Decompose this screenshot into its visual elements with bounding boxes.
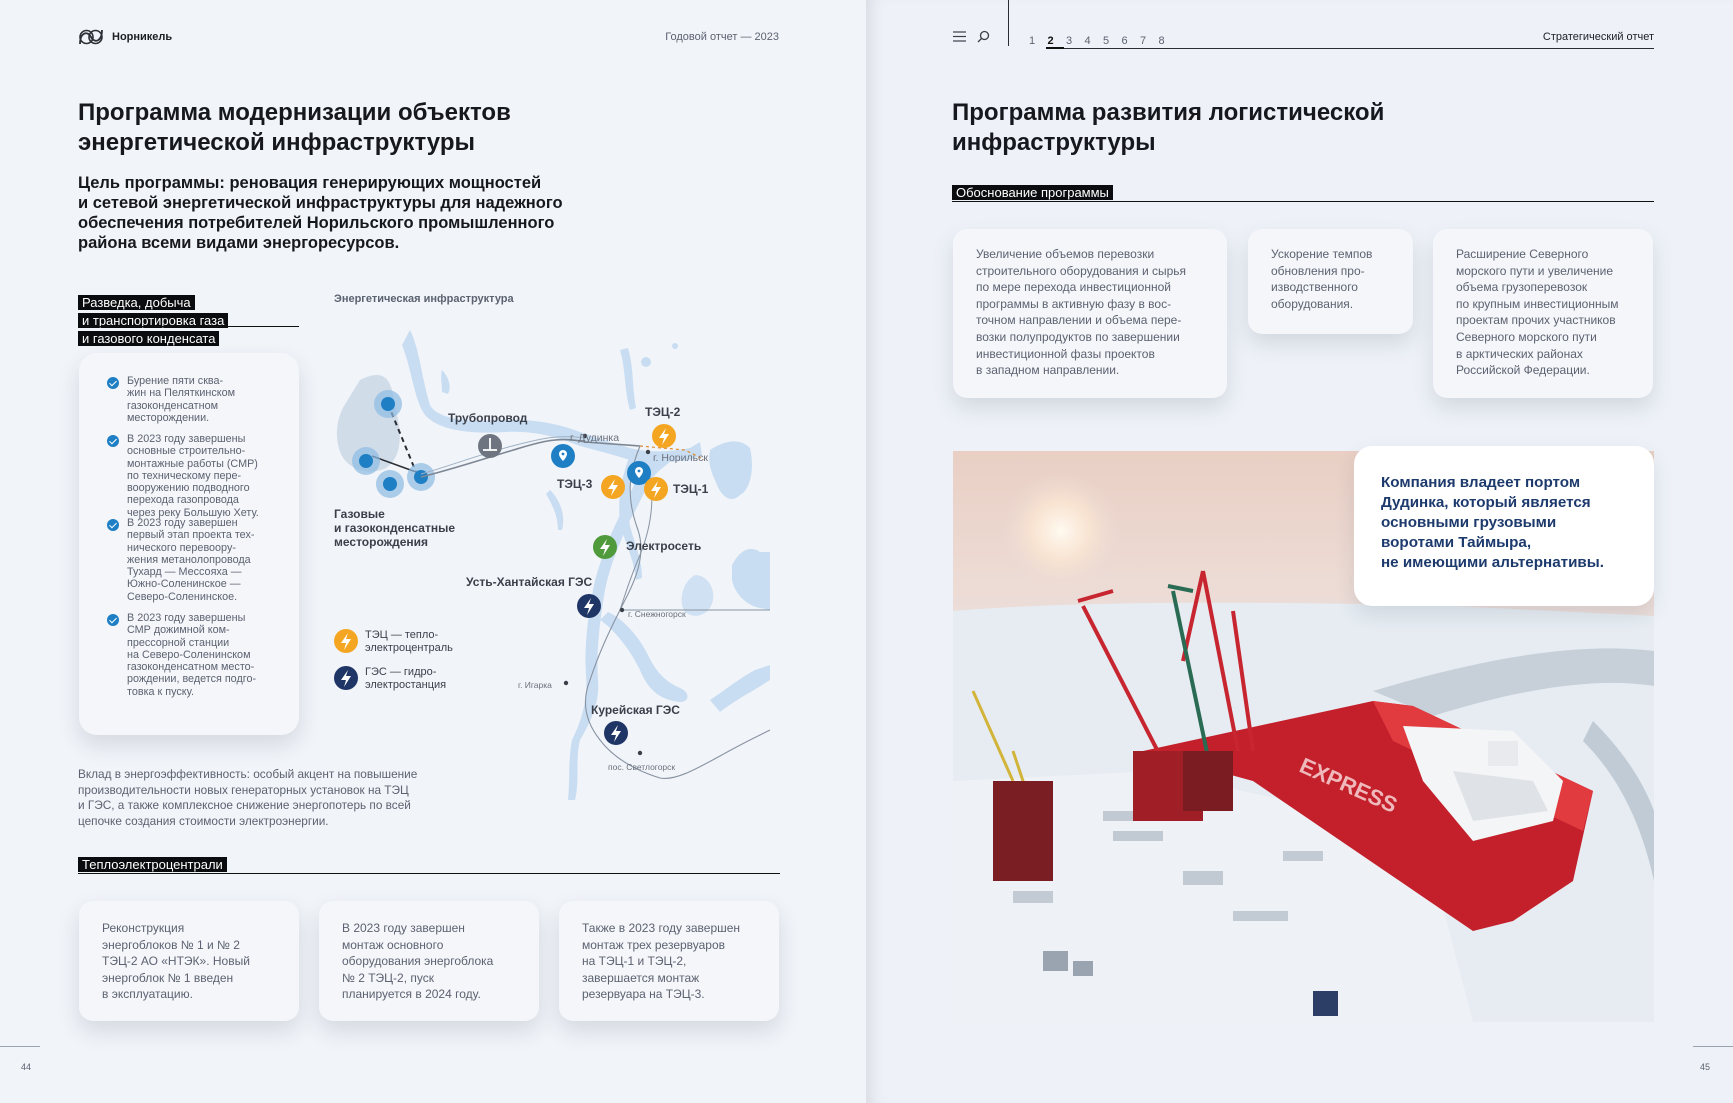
city-svetlogorsk: пос. Светлогорск bbox=[608, 762, 676, 772]
map-label-kurei-ges: Курейская ГЭС bbox=[591, 703, 680, 717]
section-tag-tec: Теплоэлектроцентрали bbox=[78, 856, 227, 874]
tec-card-text: Также в 2023 году завершен монтаж трех р… bbox=[582, 921, 741, 1002]
kurei-ges-lightning-icon bbox=[604, 721, 628, 745]
section-tag-gas: Разведка, добыча и транспортировка газа … bbox=[78, 276, 278, 348]
gas-works-card: Бурение пяти сква- жин на Пеляткинском г… bbox=[79, 353, 299, 735]
program-goal: Цель программы: реновация генерирующих м… bbox=[78, 174, 563, 252]
menu-icon[interactable] bbox=[953, 31, 966, 42]
section-tag-tec-text: Теплоэлектроцентрали bbox=[78, 857, 227, 872]
rationale-card: Увеличение объемов перевозки строительно… bbox=[953, 229, 1227, 398]
list-item: В 2023 году завершены СМР дожимной ком- … bbox=[107, 612, 267, 698]
map-label-tec2: ТЭЦ-2 bbox=[645, 405, 681, 419]
rationale-card-text: Увеличение объемов перевозки строительно… bbox=[976, 247, 1187, 378]
report-label: Годовой отчет — 2023 bbox=[665, 31, 779, 43]
brand-name: Норникель bbox=[112, 31, 173, 43]
tec-card: Также в 2023 году завершен монтаж трех р… bbox=[559, 901, 779, 1021]
rationale-card: Ускорение темпов обновления про- изводст… bbox=[1248, 229, 1413, 334]
footer-rule bbox=[0, 1046, 40, 1047]
section-divider bbox=[78, 873, 780, 874]
city-igarka: г. Игарка bbox=[518, 680, 552, 690]
quote-text: Компания владеет портом Дудинка, который… bbox=[1381, 474, 1604, 571]
nornickel-logo bbox=[79, 29, 103, 45]
page-nav-5[interactable]: 5 bbox=[1103, 35, 1122, 47]
grid-lightning-icon bbox=[593, 535, 617, 559]
page-nav-1[interactable]: 1 bbox=[1029, 35, 1048, 47]
page-number: 45 bbox=[1700, 1062, 1711, 1072]
list-item-text: В 2023 году завершен первый этап проекта… bbox=[127, 517, 255, 603]
nav-active-indicator bbox=[1046, 47, 1064, 49]
quote-card: Компания владеет портом Дудинка, который… bbox=[1354, 446, 1654, 606]
list-item-text: В 2023 году завершены СМР дожимной ком- … bbox=[127, 612, 257, 698]
page-nav-2[interactable]: 2 bbox=[1048, 35, 1067, 47]
tec-3-lightning-icon bbox=[601, 475, 625, 499]
city-snezhnogorsk: г. Снежногорск bbox=[628, 609, 686, 619]
legend-tec-text: ТЭЦ — тепло- электроцентраль bbox=[365, 629, 453, 654]
nav-divider bbox=[1008, 0, 1009, 46]
check-icon bbox=[107, 614, 119, 626]
tec-1-lightning-icon bbox=[644, 477, 668, 501]
map-title: Энергетическая инфраструктура bbox=[334, 293, 514, 305]
tec-2-lightning-icon bbox=[652, 424, 676, 448]
search-icon[interactable] bbox=[977, 30, 990, 43]
rationale-card: Расширение Северного морского пути и уве… bbox=[1433, 229, 1653, 398]
legend-tec-icon bbox=[334, 629, 358, 653]
location-pin-icon bbox=[551, 444, 575, 468]
tec-card-text: В 2023 году завершен монтаж основного об… bbox=[342, 921, 494, 1002]
footer-rule bbox=[1693, 1046, 1733, 1047]
section-tag-rationale: Обоснование программы bbox=[952, 184, 1113, 202]
list-item: Бурение пяти сква- жин на Пеляткинском г… bbox=[107, 375, 267, 424]
check-icon bbox=[107, 377, 119, 389]
list-item: В 2023 году завершен первый этап проекта… bbox=[107, 517, 267, 603]
page-nav-3[interactable]: 3 bbox=[1066, 35, 1085, 47]
right-page: 12345678 Стратегический отчет Программа … bbox=[866, 0, 1733, 1103]
section-divider bbox=[952, 201, 1654, 202]
rationale-card-text: Ускорение темпов обновления про- изводст… bbox=[1271, 247, 1373, 311]
list-item-text: Бурение пяти сква- жин на Пеляткинском г… bbox=[127, 375, 236, 424]
map-label-pipeline: Трубопровод bbox=[448, 411, 528, 425]
page-nav-7[interactable]: 7 bbox=[1140, 35, 1159, 47]
map-label-tec3: ТЭЦ-3 bbox=[557, 477, 593, 491]
page-title: Программа развития логистической инфраст… bbox=[952, 99, 1385, 156]
page-nav-8[interactable]: 8 bbox=[1159, 35, 1178, 47]
page-nav-6[interactable]: 6 bbox=[1122, 35, 1141, 47]
nav-underline bbox=[1046, 48, 1654, 49]
map-label-grid: Электросеть bbox=[626, 539, 702, 553]
check-icon bbox=[107, 519, 119, 531]
ust-ges-lightning-icon bbox=[577, 594, 601, 618]
section-tag-gas-text: Разведка, добыча и транспортировка газа … bbox=[78, 295, 229, 346]
tec-card: В 2023 году завершен монтаж основного об… bbox=[319, 901, 539, 1021]
city-dudinka: г. Дудинка bbox=[570, 432, 620, 444]
list-item: В 2023 году завершены основные строитель… bbox=[107, 433, 267, 519]
legend-ges-text: ГЭС — гидро- электростанция bbox=[365, 666, 447, 691]
map-label-fields: Газовые и газоконденсатные месторождения bbox=[334, 507, 456, 549]
map-water bbox=[402, 330, 770, 800]
tec-card: Реконструкция энергоблоков № 1 и № 2 ТЭЦ… bbox=[79, 901, 299, 1021]
page-number: 44 bbox=[21, 1062, 32, 1072]
map-label-ust-ges: Усть-Хантайская ГЭС bbox=[466, 575, 593, 589]
efficiency-note: Вклад в энергоэффективность: особый акце… bbox=[78, 767, 418, 828]
map-label-tec1: ТЭЦ-1 bbox=[673, 482, 709, 496]
energy-map bbox=[336, 330, 770, 800]
section-divider bbox=[78, 326, 299, 327]
pipeline-icon bbox=[478, 434, 502, 458]
section-tag-rationale-text: Обоснование программы bbox=[952, 185, 1113, 200]
section-label[interactable]: Стратегический отчет bbox=[1543, 31, 1654, 43]
tec-card-text: Реконструкция энергоблоков № 1 и № 2 ТЭЦ… bbox=[102, 921, 250, 1002]
legend-ges-icon bbox=[334, 666, 358, 690]
left-page: Норникель Годовой отчет — 2023 Программа… bbox=[0, 0, 866, 1103]
rationale-card-text: Расширение Северного морского пути и уве… bbox=[1456, 247, 1619, 378]
city-norilsk: г. Норильск bbox=[653, 452, 708, 464]
list-item-text: В 2023 году завершены основные строитель… bbox=[127, 433, 259, 519]
check-icon bbox=[107, 435, 119, 447]
page-nav-4[interactable]: 4 bbox=[1085, 35, 1104, 47]
page-title: Программа модернизации объектов энергети… bbox=[78, 99, 511, 156]
